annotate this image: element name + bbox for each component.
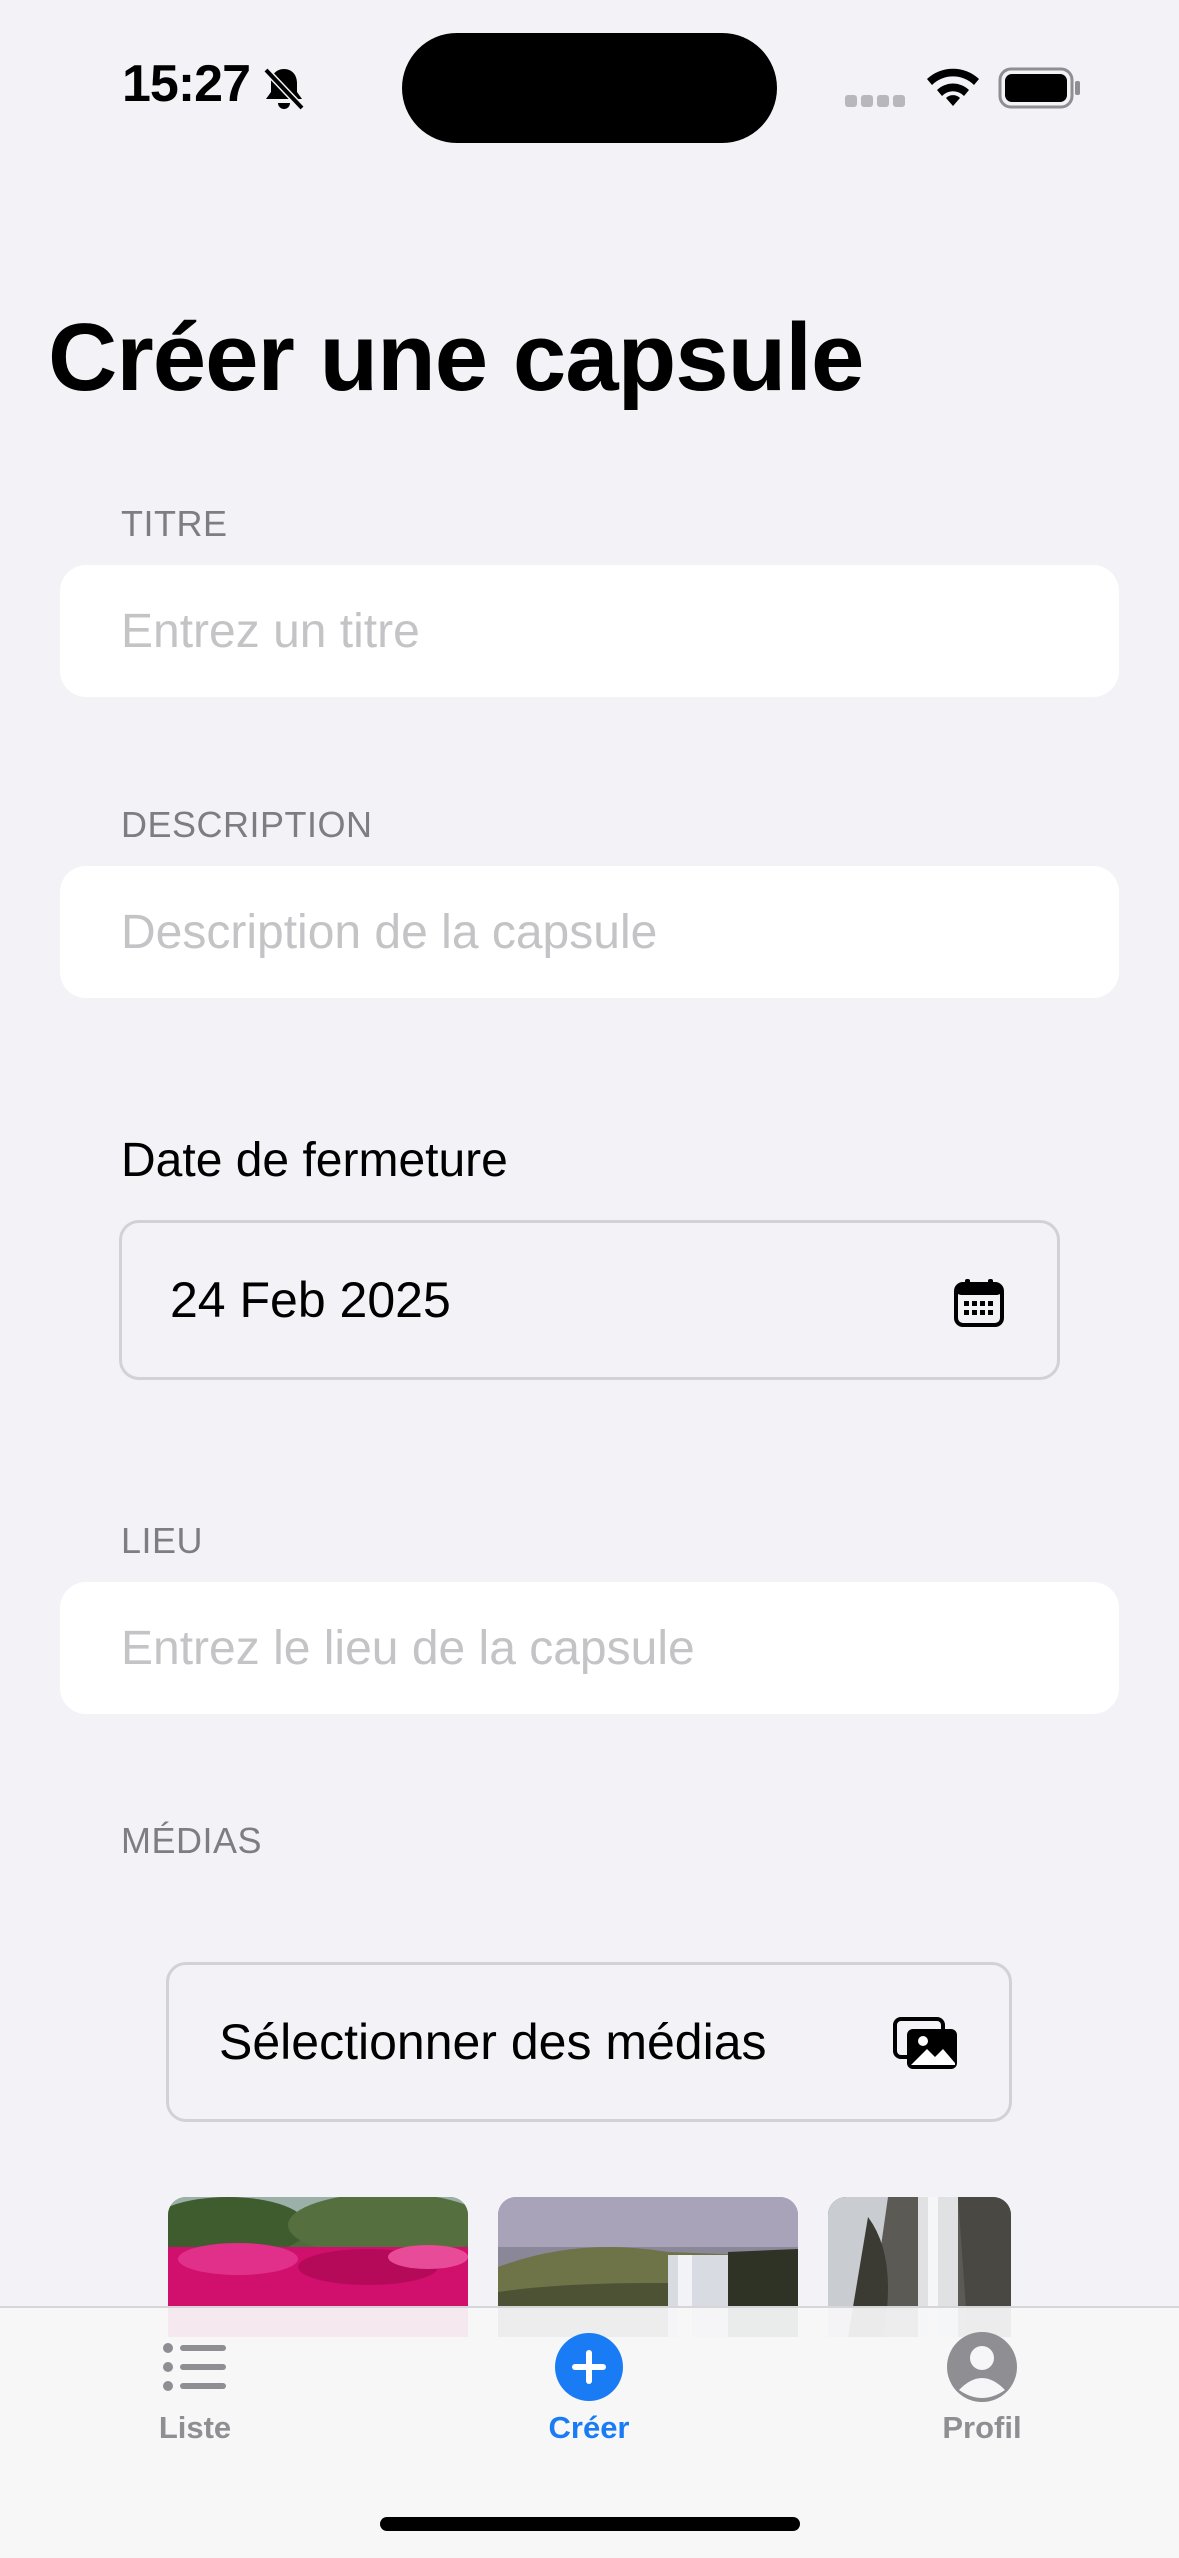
page-title: Créer une capsule	[48, 304, 864, 411]
tab-liste[interactable]: Liste	[95, 2330, 295, 2446]
wifi-icon	[927, 68, 979, 106]
closing-date-label: Date de fermeture	[121, 1134, 508, 1187]
plus-circle-icon	[555, 2333, 623, 2401]
closing-date-value: 24 Feb 2025	[170, 1272, 451, 1328]
select-media-label: Sélectionner des médias	[219, 2014, 767, 2070]
closing-date-picker[interactable]: 24 Feb 2025	[119, 1220, 1060, 1380]
title-input[interactable]: Entrez un titre	[60, 565, 1119, 697]
tab-creer-label: Créer	[548, 2410, 630, 2445]
person-circle-icon	[947, 2332, 1017, 2402]
cellular-signal-icon	[845, 95, 905, 107]
dynamic-island	[402, 33, 777, 143]
list-icon	[163, 2343, 226, 2391]
tab-profil[interactable]: Profil	[882, 2330, 1082, 2446]
title-section-label: TITRE	[121, 503, 228, 544]
battery-icon	[998, 67, 1080, 109]
calendar-icon[interactable]	[953, 1277, 1005, 1329]
tab-profil-label: Profil	[942, 2410, 1022, 2445]
select-media-button[interactable]: Sélectionner des médias	[166, 1962, 1012, 2122]
photos-icon	[893, 2017, 957, 2069]
description-input[interactable]: Description de la capsule	[60, 866, 1119, 998]
location-section-label: LIEU	[121, 1520, 204, 1561]
media-section-label: MÉDIAS	[121, 1820, 263, 1861]
tab-liste-label: Liste	[158, 2410, 232, 2445]
description-section-label: DESCRIPTION	[121, 804, 373, 845]
bell-slash-icon	[263, 67, 305, 111]
location-input[interactable]: Entrez le lieu de la capsule	[60, 1582, 1119, 1714]
home-indicator	[380, 2517, 800, 2531]
tab-creer[interactable]: Créer	[489, 2330, 689, 2446]
status-time: 15:27	[122, 55, 251, 113]
